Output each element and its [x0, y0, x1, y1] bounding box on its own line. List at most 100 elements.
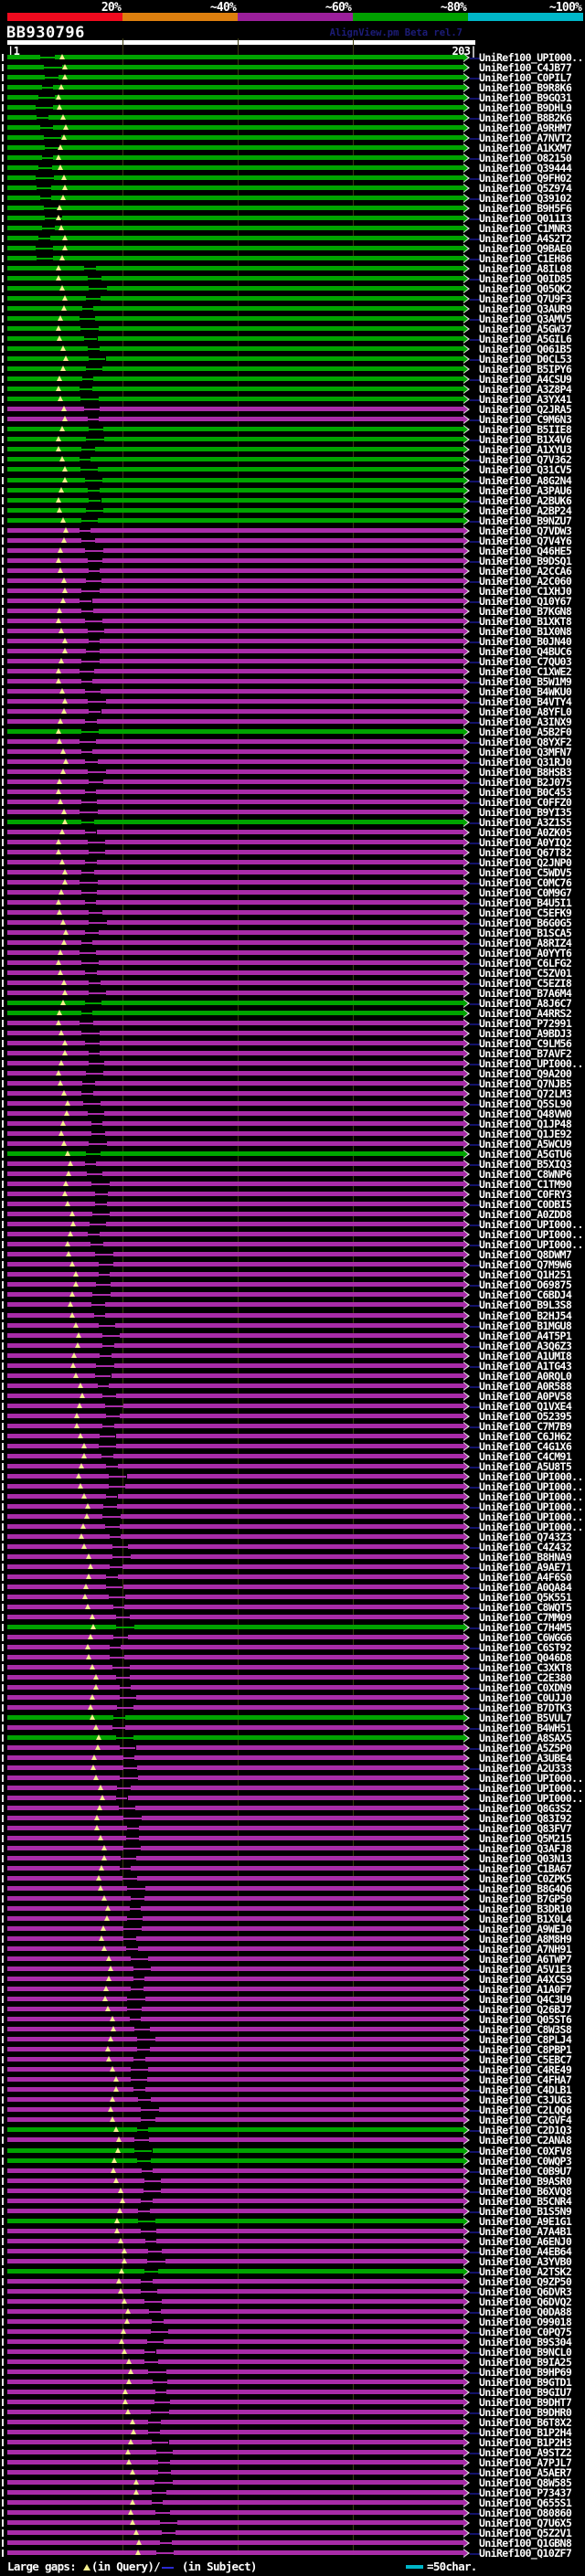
alignment-bar[interactable] [7, 981, 89, 986]
alignment-bar[interactable] [148, 1956, 463, 1962]
alignment-bar[interactable] [7, 588, 82, 593]
alignment-bar[interactable] [113, 1362, 463, 1368]
alignment-bar[interactable] [48, 115, 463, 121]
alignment-bar[interactable] [92, 306, 463, 312]
alignment-bar[interactable] [138, 1776, 463, 1781]
alignment-bar[interactable] [7, 155, 43, 161]
alignment-bar[interactable] [7, 1946, 127, 1952]
alignment-bar[interactable] [7, 1826, 127, 1831]
alignment-bar[interactable] [95, 1161, 463, 1167]
hit-label[interactable]: UniRef100_Q10ZF7 [479, 2548, 572, 2559]
alignment-bar[interactable] [7, 2459, 159, 2465]
alignment-bar[interactable] [120, 1513, 463, 1519]
alignment-bar[interactable] [156, 2288, 463, 2294]
alignment-bar[interactable] [104, 839, 463, 844]
alignment-bar[interactable] [101, 981, 463, 986]
alignment-bar[interactable] [106, 769, 463, 774]
alignment-bar[interactable] [158, 2268, 463, 2274]
alignment-bar[interactable] [7, 467, 81, 472]
alignment-bar[interactable] [105, 1302, 463, 1308]
alignment-bar[interactable] [124, 1654, 463, 1659]
alignment-bar[interactable] [7, 437, 86, 442]
alignment-bar[interactable] [7, 1091, 81, 1097]
alignment-bar[interactable] [7, 1694, 120, 1700]
alignment-bar[interactable] [143, 1916, 463, 1922]
alignment-bar[interactable] [7, 970, 86, 976]
alignment-bar[interactable] [7, 1674, 117, 1680]
alignment-bar[interactable] [97, 718, 463, 724]
alignment-bar[interactable] [7, 1654, 110, 1659]
alignment-bar[interactable] [141, 2017, 463, 2022]
alignment-bar[interactable] [138, 1836, 463, 1841]
alignment-bar[interactable] [7, 648, 86, 653]
alignment-bar[interactable] [161, 2178, 463, 2183]
alignment-bar[interactable] [161, 2188, 463, 2193]
alignment-bar[interactable] [7, 407, 85, 412]
alignment-bar[interactable] [7, 95, 38, 101]
alignment-bar[interactable] [131, 1684, 463, 1690]
alignment-bar[interactable] [7, 1977, 133, 1982]
alignment-bar[interactable] [7, 1222, 90, 1227]
alignment-bar[interactable] [7, 1232, 89, 1237]
alignment-bar[interactable] [96, 799, 463, 804]
alignment-bar[interactable] [7, 316, 80, 322]
alignment-bar[interactable] [7, 2057, 134, 2062]
alignment-bar[interactable] [7, 115, 37, 121]
alignment-bar[interactable] [136, 1856, 463, 1861]
alignment-bar[interactable] [99, 588, 463, 593]
alignment-bar[interactable] [162, 2248, 463, 2253]
alignment-bar[interactable] [61, 65, 463, 69]
alignment-bar[interactable] [7, 1463, 106, 1468]
alignment-bar[interactable] [142, 2007, 463, 2012]
alignment-bar[interactable] [7, 477, 85, 482]
alignment-bar[interactable] [7, 2389, 155, 2394]
alignment-bar[interactable] [164, 2338, 463, 2344]
alignment-bar[interactable] [7, 286, 89, 292]
alignment-bar[interactable] [101, 1171, 463, 1177]
alignment-bar[interactable] [152, 2147, 463, 2153]
alignment-bar[interactable] [7, 1403, 106, 1408]
alignment-bar[interactable] [7, 326, 81, 332]
alignment-bar[interactable] [99, 1031, 463, 1036]
alignment-bar[interactable] [7, 1322, 99, 1328]
alignment-bar[interactable] [7, 1997, 128, 2002]
alignment-bar[interactable] [7, 1362, 97, 1368]
alignment-bar[interactable] [52, 125, 463, 131]
alignment-bar[interactable] [142, 1926, 463, 1932]
alignment-bar[interactable] [7, 2399, 154, 2404]
alignment-bar[interactable] [97, 809, 463, 814]
alignment-bar[interactable] [95, 537, 463, 543]
alignment-bar[interactable] [7, 728, 82, 734]
alignment-bar[interactable] [7, 1906, 131, 1912]
alignment-bar[interactable] [155, 2218, 463, 2223]
alignment-bar[interactable] [7, 2188, 144, 2193]
alignment-bar[interactable] [161, 2419, 463, 2424]
alignment-bar[interactable] [129, 1614, 463, 1619]
alignment-bar[interactable] [7, 517, 82, 523]
alignment-bar[interactable] [7, 910, 89, 916]
alignment-bar[interactable] [102, 366, 463, 372]
alignment-bar[interactable] [7, 839, 89, 844]
alignment-bar[interactable] [103, 1242, 463, 1247]
alignment-bar[interactable] [7, 1182, 91, 1187]
alignment-bar[interactable] [94, 316, 463, 322]
alignment-bar[interactable] [7, 1111, 88, 1117]
alignment-bar[interactable] [7, 940, 81, 946]
alignment-bar[interactable] [145, 1997, 463, 2002]
alignment-bar[interactable] [130, 1664, 463, 1670]
alignment-bar[interactable] [7, 356, 89, 362]
alignment-bar[interactable] [135, 1745, 463, 1751]
alignment-bar[interactable] [112, 1252, 463, 1257]
alignment-bar[interactable] [7, 1001, 86, 1006]
alignment-bar[interactable] [7, 718, 86, 724]
alignment-bar[interactable] [53, 105, 463, 111]
alignment-bar[interactable] [7, 1413, 106, 1418]
alignment-bar[interactable] [7, 2178, 144, 2183]
alignment-bar[interactable] [7, 708, 89, 714]
alignment-bar[interactable] [101, 1101, 463, 1107]
alignment-bar[interactable] [102, 1121, 463, 1127]
alignment-bar[interactable] [7, 1292, 93, 1298]
alignment-bar[interactable] [101, 1001, 463, 1006]
alignment-bar[interactable] [152, 2278, 463, 2284]
alignment-bar[interactable] [7, 1433, 100, 1438]
